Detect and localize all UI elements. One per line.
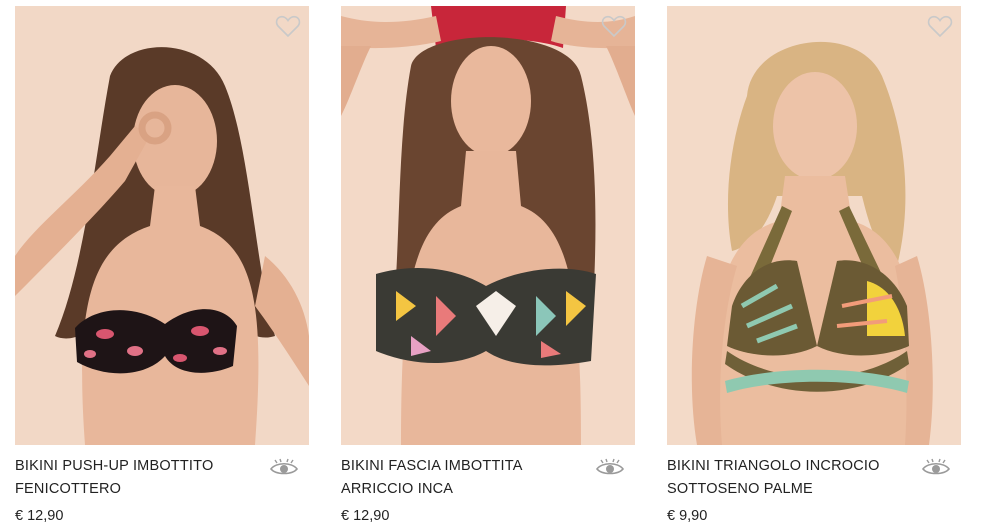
product-photo-illustration: [667, 6, 961, 445]
heart-outline-icon[interactable]: [601, 14, 627, 38]
product-image[interactable]: [341, 6, 635, 445]
product-image[interactable]: [667, 6, 961, 445]
product-name-line2: ARRICCIO INCA: [341, 481, 454, 497]
product-name-line1: BIKINI TRIANGOLO INCROCIO: [667, 458, 880, 474]
product-grid: BIKINI PUSH-UP IMBOTTITO FENICOTTERO € 1…: [0, 0, 986, 526]
heart-outline-icon[interactable]: [275, 14, 301, 38]
product-price: € 12,90: [15, 508, 64, 524]
product-price: € 9,90: [667, 508, 708, 524]
product-card[interactable]: BIKINI FASCIA IMBOTTITA ARRICCIO INCA € …: [341, 6, 635, 526]
product-image[interactable]: [15, 6, 309, 445]
product-price: € 12,90: [341, 508, 390, 524]
product-name-line1: BIKINI FASCIA IMBOTTITA: [341, 458, 523, 474]
product-photo-illustration: [15, 6, 309, 445]
heart-outline-icon[interactable]: [927, 14, 953, 38]
product-name-line1: BIKINI PUSH-UP IMBOTTITO: [15, 458, 214, 474]
product-photo-illustration: [341, 6, 635, 445]
product-name-line2: SOTTOSENO PALME: [667, 481, 813, 497]
eye-icon[interactable]: [921, 458, 951, 478]
product-name[interactable]: BIKINI TRIANGOLO INCROCIO SOTTOSENO PALM…: [667, 455, 907, 501]
eye-icon[interactable]: [269, 458, 299, 478]
eye-icon[interactable]: [595, 458, 625, 478]
product-card[interactable]: BIKINI TRIANGOLO INCROCIO SOTTOSENO PALM…: [667, 6, 961, 526]
product-name[interactable]: BIKINI PUSH-UP IMBOTTITO FENICOTTERO: [15, 455, 255, 501]
product-name[interactable]: BIKINI FASCIA IMBOTTITA ARRICCIO INCA: [341, 455, 581, 501]
product-card[interactable]: BIKINI PUSH-UP IMBOTTITO FENICOTTERO € 1…: [15, 6, 309, 526]
product-name-line2: FENICOTTERO: [15, 481, 122, 497]
